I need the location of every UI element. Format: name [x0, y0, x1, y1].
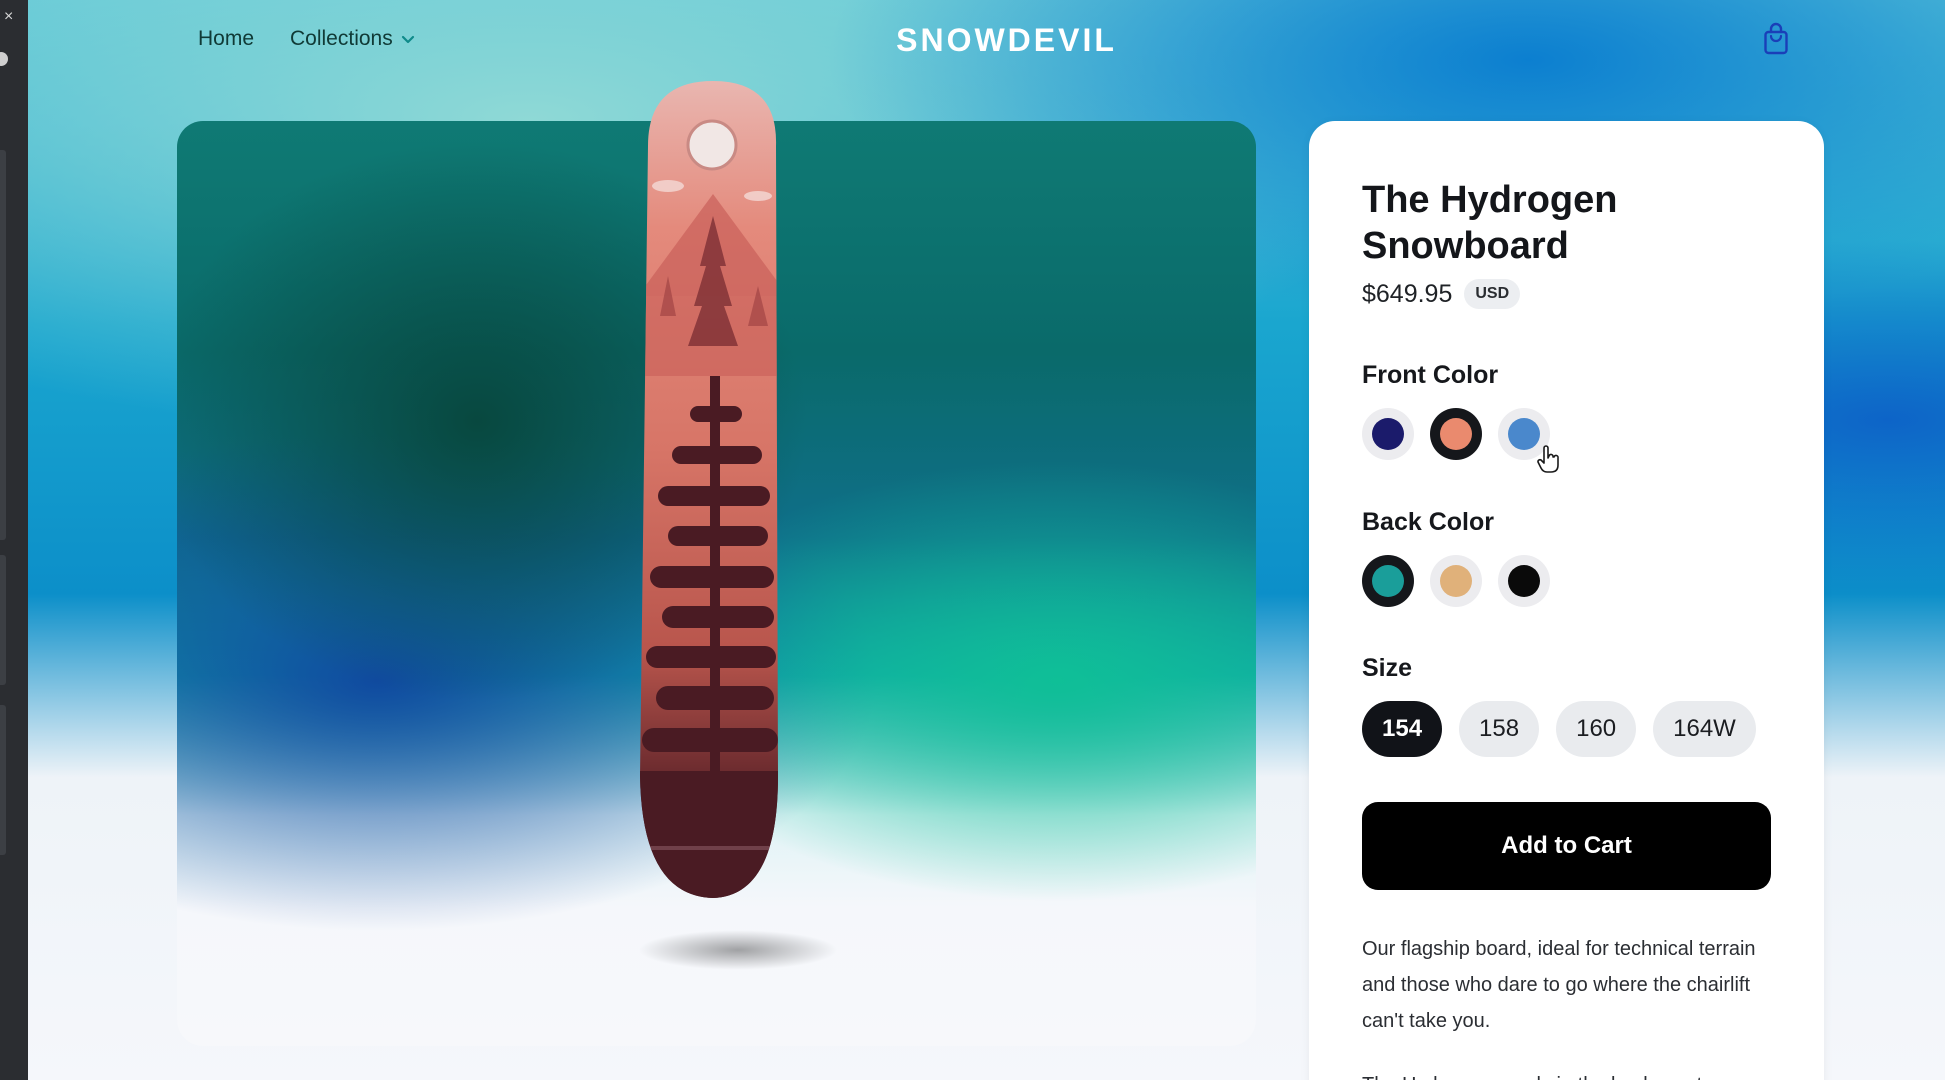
- storefront-page: Home Collections SNOWDEVIL The Hydrogen …: [28, 0, 1945, 1080]
- strip-dot-icon: [0, 52, 8, 66]
- close-icon[interactable]: ×: [4, 8, 13, 26]
- snowboard-image: [628, 76, 798, 911]
- swatch-fill: [1372, 565, 1404, 597]
- swatch-fill: [1440, 418, 1472, 450]
- product-details-card: The Hydrogen Snowboard $649.95 USD Front…: [1309, 121, 1824, 1080]
- add-to-cart-button[interactable]: Add to Cart: [1362, 802, 1771, 890]
- front-color-swatch[interactable]: [1430, 408, 1482, 460]
- product-description: Our flagship board, ideal for technical …: [1362, 938, 1756, 1032]
- swatch-fill: [1508, 565, 1540, 597]
- strip-panel: [0, 555, 6, 685]
- editor-side-strip: ×: [0, 0, 28, 1080]
- swatch-fill: [1372, 418, 1404, 450]
- swatch-fill: [1440, 565, 1472, 597]
- board-shadow: [638, 930, 838, 970]
- currency-badge: USD: [1464, 279, 1521, 309]
- back-color-swatch[interactable]: [1498, 555, 1550, 607]
- shopping-bag-icon[interactable]: [1763, 22, 1789, 61]
- front-color-options: [1362, 408, 1550, 460]
- front-color-swatch[interactable]: [1362, 408, 1414, 460]
- back-color-swatch[interactable]: [1362, 555, 1414, 607]
- size-option-button[interactable]: 164W: [1653, 701, 1756, 757]
- product-title: The Hydrogen Snowboard: [1362, 179, 1618, 267]
- price-row: $649.95 USD: [1362, 279, 1521, 309]
- size-label: Size: [1362, 654, 1413, 682]
- brand-logo[interactable]: SNOWDEVIL: [28, 22, 1945, 59]
- size-options: 154 158 160 164W: [1362, 701, 1756, 757]
- product-description-continued: The Hydrogen excels in the backcountry: [1362, 1067, 1762, 1080]
- front-color-label: Front Color: [1362, 361, 1499, 389]
- back-color-options: [1362, 555, 1550, 607]
- size-option-button[interactable]: 160: [1556, 701, 1637, 757]
- product-price: $649.95: [1362, 279, 1453, 308]
- top-nav: Home Collections SNOWDEVIL: [28, 0, 1945, 80]
- back-color-swatch[interactable]: [1430, 555, 1482, 607]
- hand-pointer-cursor-icon: [1536, 445, 1562, 480]
- back-color-label: Back Color: [1362, 508, 1494, 536]
- strip-panel: [0, 705, 6, 855]
- strip-panel: [0, 150, 6, 540]
- size-option-button[interactable]: 154: [1362, 701, 1443, 757]
- size-option-button[interactable]: 158: [1459, 701, 1540, 757]
